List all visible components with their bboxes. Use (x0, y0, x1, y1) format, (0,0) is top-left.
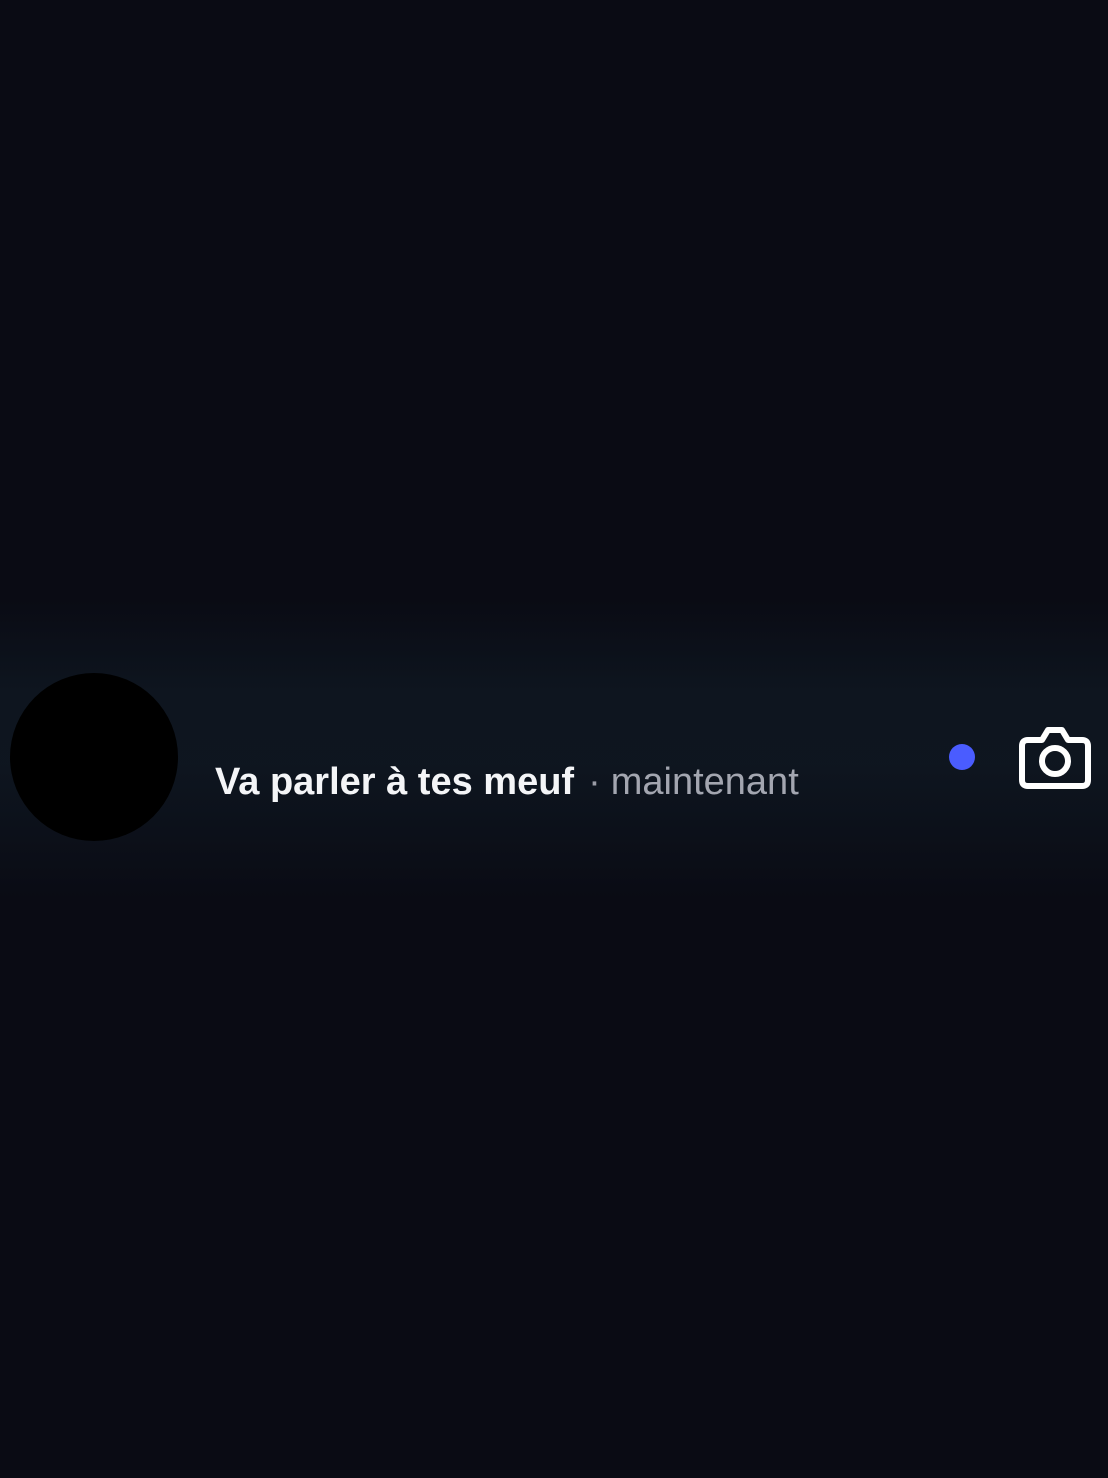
unread-indicator (949, 744, 975, 770)
message-line: Va parler à tes meuf · maintenant (215, 760, 799, 804)
avatar[interactable] (10, 673, 178, 841)
camera-button[interactable] (1018, 722, 1092, 792)
separator-dot: · (588, 761, 601, 803)
conversation-row[interactable]: Va parler à tes meuf · maintenant (0, 668, 1108, 846)
camera-icon (1019, 727, 1091, 789)
timestamp: maintenant (610, 761, 799, 803)
message-preview: Va parler à tes meuf (215, 761, 575, 803)
